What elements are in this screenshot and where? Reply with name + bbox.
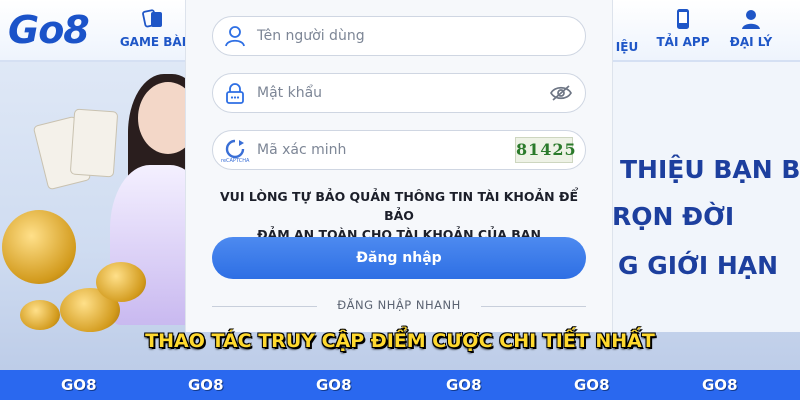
recaptcha-label: reCAPTCHA	[221, 158, 250, 164]
nav-game-bai-label: GAME BÀI	[119, 35, 187, 49]
captcha-image[interactable]: 81425	[515, 137, 576, 163]
go8-watermark: GO8	[61, 376, 97, 394]
watermark-bar: GO8 GO8 GO8 GO8 GO8 GO8	[0, 370, 800, 400]
coin-image	[96, 262, 146, 302]
quick-login-divider: ĐĂNG NHẬP NHANH	[212, 298, 586, 314]
go8-watermark: GO8	[188, 376, 224, 394]
user-icon	[225, 26, 245, 47]
username-placeholder: Tên người dùng	[257, 28, 365, 44]
lock-icon	[226, 83, 244, 104]
nav-tai-app-label: TẢI APP	[656, 35, 710, 49]
recaptcha-icon	[225, 139, 245, 159]
go8-watermark: GO8	[316, 376, 352, 394]
eye-slash-icon[interactable]	[550, 84, 572, 102]
article-caption: THAO TÁC TRUY CẬP ĐIỂM CƯỢC CHI TIẾT NHẤ…	[145, 330, 655, 352]
go8-watermark: GO8	[574, 376, 610, 394]
security-notice: VUI LÒNG TỰ BẢO QUẢN THÔNG TIN TÀI KHOẢN…	[212, 187, 586, 244]
username-field[interactable]: Tên người dùng	[212, 16, 586, 56]
go8-logo[interactable]: Go8	[8, 8, 90, 52]
nav-gioi-thieu[interactable]: IỆU	[614, 8, 640, 54]
nav-dai-ly[interactable]: ĐẠI LÝ	[726, 8, 776, 49]
nav-game-bai[interactable]: GAME BÀI	[118, 8, 188, 49]
captcha-field[interactable]: reCAPTCHA Mã xác minh 81425	[212, 130, 586, 170]
coin-image	[2, 210, 76, 284]
phone-icon	[677, 9, 689, 29]
go8-watermark: GO8	[446, 376, 482, 394]
password-placeholder: Mật khẩu	[257, 85, 323, 101]
nav-dai-ly-label: ĐẠI LÝ	[729, 35, 773, 49]
promo-text-line2: RỌN ĐỜI	[612, 202, 735, 231]
promo-text-line1: THIỆU BẠN BÈ	[620, 155, 800, 184]
cards-icon	[142, 9, 162, 28]
nav-gioi-thieu-label: IỆU	[615, 40, 639, 54]
promo-text-line3: G GIỚI HẠN	[618, 251, 779, 280]
promo-banner	[612, 62, 800, 332]
playing-card-image	[69, 108, 119, 178]
security-notice-line1: VUI LÒNG TỰ BẢO QUẢN THÔNG TIN TÀI KHOẢN…	[220, 189, 578, 223]
nav-tai-app[interactable]: TẢI APP	[655, 8, 711, 49]
screenshot: { "header": { "logo_text": "Go8", "nav":…	[0, 0, 800, 400]
agent-icon	[742, 10, 760, 29]
quick-login-label: ĐĂNG NHẬP NHANH	[337, 298, 461, 312]
login-button[interactable]: Đăng nhập	[212, 237, 586, 279]
go8-watermark: GO8	[702, 376, 738, 394]
password-field[interactable]: Mật khẩu	[212, 73, 586, 113]
captcha-placeholder: Mã xác minh	[257, 142, 347, 158]
